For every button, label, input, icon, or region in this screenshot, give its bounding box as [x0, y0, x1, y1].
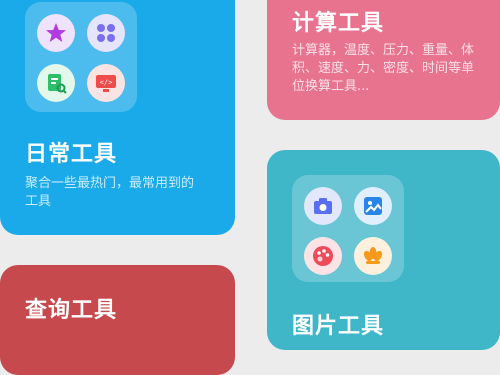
image-tools-title: 图片工具 — [292, 314, 385, 339]
image-tools-icon-group — [292, 175, 404, 282]
daily-tools-icon-group: </> — [25, 2, 137, 112]
palette-app-icon — [304, 237, 342, 275]
query-tools-card[interactable]: 查询工具 — [0, 265, 235, 375]
svg-text:</>: </> — [100, 79, 113, 87]
daily-tools-title: 日常工具 — [25, 142, 118, 167]
daily-tools-description: 聚合一些最热门，最常用到的工具 — [25, 176, 195, 209]
grid-app-icon — [87, 14, 125, 52]
calc-tools-card[interactable]: 计算工具 计算器，温度、压力、重量、体积、速度、力、密度、时间等单位换算工具..… — [267, 0, 500, 120]
calc-tools-description: 计算器，温度、压力、重量、体积、速度、力、密度、时间等单位换算工具... — [292, 43, 475, 94]
star-app-icon — [37, 14, 75, 52]
photo-app-icon — [354, 187, 392, 225]
image-tools-card[interactable]: 图片工具 — [267, 150, 500, 350]
daily-tools-card[interactable]: </> 日常工具 聚合一些最热门，最常用到的工具 — [0, 0, 235, 235]
flower-app-icon — [354, 237, 392, 275]
code-monitor-app-icon: </> — [87, 64, 125, 102]
calc-tools-title: 计算工具 — [292, 11, 385, 36]
query-tools-title: 查询工具 — [25, 298, 118, 323]
document-search-app-icon — [37, 64, 75, 102]
camera-app-icon — [304, 187, 342, 225]
